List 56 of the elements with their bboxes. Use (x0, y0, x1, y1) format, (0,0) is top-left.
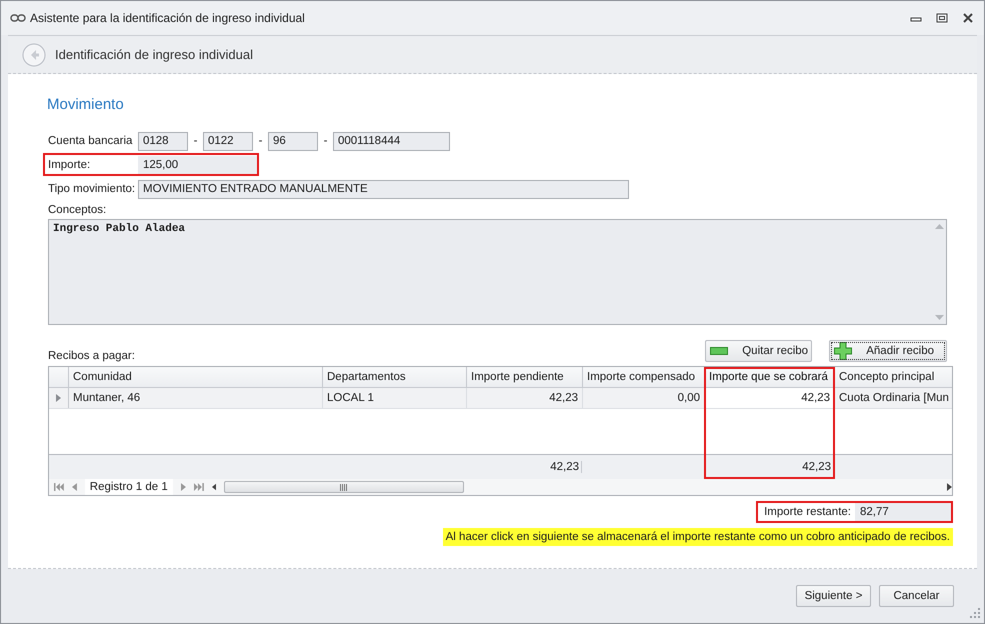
table-cell: Cuota Ordinaria [Mun (835, 388, 952, 408)
table-cell: LOCAL 1 (323, 388, 467, 408)
scroll-up-icon[interactable] (934, 224, 944, 229)
notice-text: Al hacer click en siguiente se almacenará el importe restante como un cobro anticipado de recibos. (442, 528, 953, 546)
scroll-left-icon[interactable] (212, 483, 216, 491)
window-title: Asistente para la identificación de ingreso individual (30, 11, 305, 25)
section-title: Movimiento (47, 96, 125, 113)
minus-icon (710, 347, 728, 355)
remaining-amount-field[interactable]: 82,77 (855, 502, 951, 522)
movement-type-field[interactable]: MOVIMIENTO ENTRADO MANUALMENTE (138, 180, 629, 198)
separator-dash: - (258, 135, 264, 147)
field-label: Importe: (48, 159, 92, 171)
field-label: Conceptos: (48, 204, 108, 216)
table-cell: 0,00 (583, 388, 705, 408)
field-label: Cuenta bancaria (48, 135, 134, 147)
last-record-icon[interactable] (194, 483, 204, 491)
column-header[interactable]: Importe que se cobrará (705, 367, 835, 387)
close-icon[interactable] (962, 13, 974, 23)
table-cell: Muntaner, 46 (69, 388, 323, 408)
concepts-field[interactable]: Ingreso Pablo Aladea (48, 219, 947, 325)
column-header[interactable]: Importe compensado (583, 367, 705, 387)
account-field[interactable]: 0001118444 (333, 132, 450, 150)
back-icon[interactable] (22, 42, 46, 66)
column-header[interactable]: Comunidad (69, 367, 323, 387)
column-header[interactable]: Concepto principal (835, 367, 952, 387)
next-button[interactable]: Siguiente > (796, 585, 871, 607)
page-title: Identificación de ingreso individual (55, 47, 254, 62)
separator-dash: - (322, 135, 328, 147)
account-field[interactable]: 0122 (203, 132, 253, 150)
total-cell: 42,23 (802, 461, 831, 473)
amount-field[interactable]: 125,00 (138, 156, 258, 174)
column-header[interactable]: Importe pendiente (467, 367, 583, 387)
remove-receipt-button[interactable]: Quitar recibo (705, 340, 812, 362)
table-cell: 42,23 (705, 388, 835, 408)
field-label: Importe restante: (763, 506, 852, 518)
account-field[interactable]: 96 (268, 132, 318, 150)
column-header[interactable]: Departamentos (323, 367, 467, 387)
scrollbar-thumb[interactable] (224, 481, 464, 493)
scroll-right-icon[interactable] (947, 483, 952, 491)
restore-icon[interactable] (936, 13, 948, 23)
scroll-down-icon[interactable] (934, 315, 944, 320)
previous-record-icon[interactable] (72, 483, 77, 491)
grid-label: Recibos a pagar: (48, 350, 135, 362)
resize-grip-icon[interactable] (970, 608, 980, 618)
first-record-icon[interactable] (54, 483, 64, 491)
cancel-button[interactable]: Cancelar (879, 585, 954, 607)
record-counter: Registro 1 de 1 (84, 479, 173, 495)
next-record-icon[interactable] (180, 483, 186, 491)
separator-dash: - (192, 135, 198, 147)
total-cell: 42,23 (550, 461, 582, 473)
add-receipt-button[interactable]: Añadir recibo (829, 340, 947, 362)
account-field[interactable]: 0128 (138, 132, 188, 150)
chain-link-icon (10, 13, 26, 23)
plus-icon (834, 342, 852, 360)
field-label: Tipo movimiento: (48, 183, 136, 195)
table-cell: 42,23 (467, 388, 583, 408)
